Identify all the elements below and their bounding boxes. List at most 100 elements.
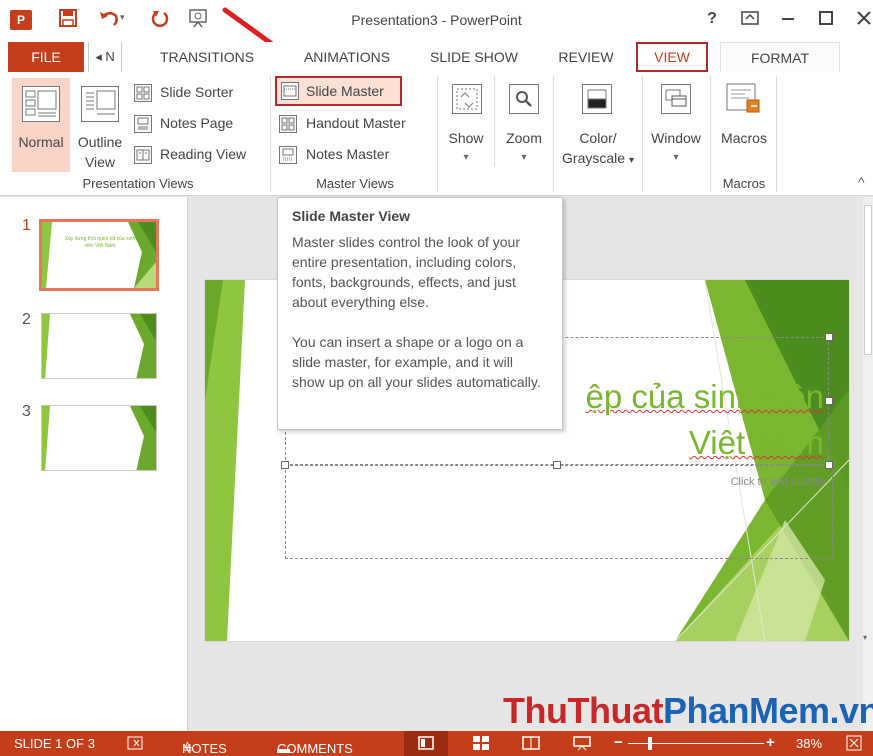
slideshow-status-icon[interactable] xyxy=(572,735,592,754)
normal-view-status-button[interactable] xyxy=(404,731,448,756)
ribbon: Normal Outline View Slide Sorter Notes P… xyxy=(0,72,873,196)
title-bar: P ▾ Presentation3 - PowerPoint ? xyxy=(0,0,873,70)
resize-handle[interactable] xyxy=(825,461,833,469)
macros-label: Macros xyxy=(721,130,767,146)
outline-view-icon xyxy=(81,86,119,122)
slide-master-tooltip: Slide Master View Master slides control … xyxy=(277,197,563,430)
resize-handle[interactable] xyxy=(553,461,561,469)
close-icon[interactable] xyxy=(852,10,873,31)
slide-number: 3 xyxy=(22,403,31,420)
reading-view-icon xyxy=(134,146,152,164)
present-icon[interactable] xyxy=(188,8,214,33)
spell-check-icon[interactable] xyxy=(126,736,148,753)
slide-number: 2 xyxy=(22,311,31,328)
outline-view-button[interactable]: Outline View xyxy=(72,78,128,172)
resize-handle[interactable] xyxy=(825,333,833,341)
chevron-down-icon: ▾ xyxy=(521,152,527,163)
slide-master-icon xyxy=(281,82,299,100)
ribbon-tabs: FILE ◂ N TRANSITIONS ANIMATIONS SLIDE SH… xyxy=(0,42,873,72)
resize-handle[interactable] xyxy=(281,461,289,469)
tooltip-paragraph-2: You can insert a shape or a logo on a sl… xyxy=(292,334,541,390)
color-label-2: Grayscale ▾ xyxy=(556,150,640,166)
ribbon-separator xyxy=(642,76,643,192)
subtitle-placeholder[interactable]: Click to add subtitle xyxy=(285,465,833,559)
slide-sorter-button[interactable]: Slide Sorter xyxy=(134,82,264,104)
reading-view-button[interactable]: Reading View xyxy=(134,144,264,166)
chevron-down-icon: ▾ xyxy=(673,152,679,163)
tab-scroll-left[interactable]: ◂ N xyxy=(88,42,122,72)
notes-label: NOTES xyxy=(182,741,227,756)
watermark-logo: ThuThuatPhanMem.vn xyxy=(503,690,873,732)
show-button[interactable]: Show ▾ xyxy=(442,78,490,172)
zoom-in-button[interactable]: + xyxy=(766,734,775,751)
tab-review[interactable]: REVIEW xyxy=(550,42,622,72)
powerpoint-app-icon[interactable]: P xyxy=(10,10,32,30)
zoom-label: Zoom xyxy=(506,130,542,146)
color-grayscale-icon xyxy=(582,84,612,114)
fit-to-window-icon[interactable] xyxy=(846,735,862,754)
reading-view-status-icon[interactable] xyxy=(522,735,540,754)
color-grayscale-button[interactable]: Color/ Grayscale ▾ xyxy=(556,78,640,172)
tab-transitions[interactable]: TRANSITIONS xyxy=(152,42,262,72)
window-label: Window xyxy=(651,130,701,146)
notes-page-icon xyxy=(134,115,152,133)
chevron-down-icon: ▾ xyxy=(463,152,469,163)
resize-handle[interactable] xyxy=(825,397,833,405)
scrollbar-thumb[interactable] xyxy=(864,205,872,355)
comments-label: COMMENTS xyxy=(277,741,353,756)
chevron-down-icon: ▾ xyxy=(628,155,634,166)
macros-button[interactable]: Macros xyxy=(713,78,775,172)
window-button[interactable]: Window ▾ xyxy=(645,78,707,172)
magnifier-icon xyxy=(509,84,539,114)
group-label-presentation-views: Presentation Views xyxy=(82,176,194,191)
ribbon-separator xyxy=(270,76,271,192)
slide-count-status: SLIDE 1 OF 3 xyxy=(14,736,95,751)
slide-thumbnail-3[interactable] xyxy=(41,405,157,471)
save-icon[interactable] xyxy=(58,8,78,33)
slide-sorter-status-icon[interactable] xyxy=(472,735,490,754)
minimize-icon[interactable] xyxy=(776,10,800,31)
slide-number: 1 xyxy=(22,217,31,234)
thumbnail-art xyxy=(42,314,156,378)
redo-icon[interactable] xyxy=(150,8,170,33)
slide-master-button[interactable]: Slide Master xyxy=(275,76,402,106)
tab-format[interactable]: FORMAT xyxy=(720,42,840,72)
zoom-button[interactable]: Zoom ▾ xyxy=(499,78,549,172)
slide-title-line-2: Việt Nam xyxy=(688,424,824,461)
zoom-level[interactable]: 38% xyxy=(796,736,822,751)
slide-thumbnail-1[interactable]: Xây dựng thói quen tốt của sinh viên Việ… xyxy=(39,219,159,291)
window-icon xyxy=(661,84,691,114)
zoom-out-button[interactable]: − xyxy=(614,734,623,751)
zoom-slider-thumb[interactable] xyxy=(648,737,652,750)
undo-icon[interactable]: ▾ xyxy=(98,8,128,33)
tab-animations[interactable]: ANIMATIONS xyxy=(292,42,402,72)
slide-sorter-label: Slide Sorter xyxy=(160,84,234,100)
collapse-ribbon-icon[interactable]: ^ xyxy=(858,174,865,190)
tab-view[interactable]: VIEW xyxy=(636,42,708,72)
ribbon-separator xyxy=(553,76,554,192)
handout-master-button[interactable]: Handout Master xyxy=(279,113,429,135)
help-button[interactable]: ? xyxy=(700,10,724,28)
outline-label-2: View xyxy=(84,154,116,170)
grayscale-text: Grayscale xyxy=(562,150,626,166)
vertical-scrollbar[interactable]: ▾ xyxy=(863,197,873,731)
notes-master-icon xyxy=(279,146,297,164)
watermark-part-2: PhanMem xyxy=(662,690,830,731)
show-icon xyxy=(452,84,482,114)
notes-page-button[interactable]: Notes Page xyxy=(134,113,264,135)
normal-view-icon xyxy=(22,86,60,122)
tab-file[interactable]: FILE xyxy=(8,42,84,72)
tab-slide-show[interactable]: SLIDE SHOW xyxy=(424,42,524,72)
tooltip-title: Slide Master View xyxy=(292,208,411,224)
ribbon-separator xyxy=(776,76,777,192)
slide-thumbnails-pane: 1 Xây dựng thói quen tốt của sinh viên V… xyxy=(0,197,188,731)
scroll-down-icon[interactable]: ▾ xyxy=(863,633,867,642)
ribbon-separator xyxy=(494,76,495,166)
slide-master-label: Slide Master xyxy=(306,83,384,99)
ribbon-display-options-icon[interactable] xyxy=(738,10,762,31)
normal-view-button[interactable]: Normal xyxy=(12,78,70,172)
notes-master-button[interactable]: Notes Master xyxy=(279,144,429,166)
slide-thumbnail-2[interactable] xyxy=(41,313,157,379)
maximize-icon[interactable] xyxy=(814,10,838,31)
status-bar: SLIDE 1 OF 3 ≜ NOTES ▬ COMMENTS − + 38% xyxy=(0,731,873,756)
